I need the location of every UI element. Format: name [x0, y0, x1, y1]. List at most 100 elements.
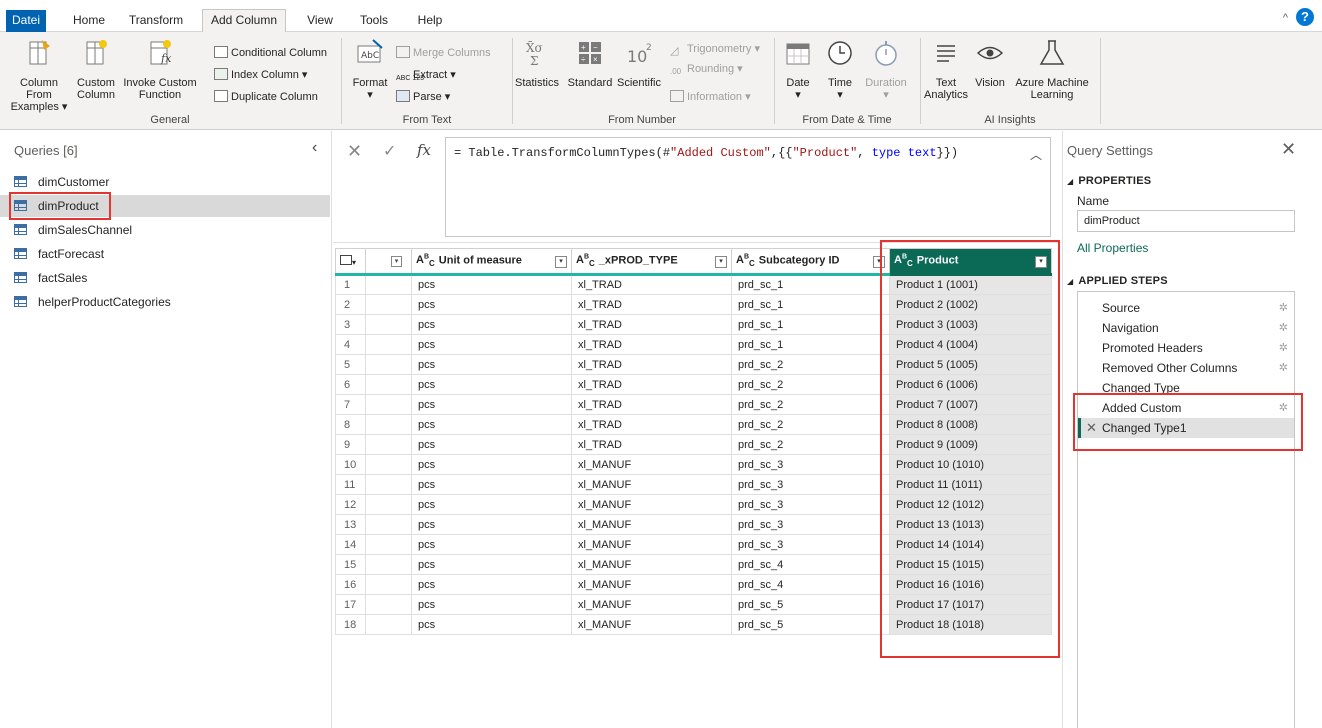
column-header-previous[interactable]: ▾	[365, 248, 412, 276]
table-cell-empty[interactable]	[365, 294, 412, 315]
table-cell-unit-of-measure[interactable]: pcs	[411, 434, 572, 455]
table-cell-xprod-type[interactable]: xl_TRAD	[571, 374, 732, 395]
azure-machine-learning-button[interactable]: Azure Machine Learning	[1010, 38, 1094, 101]
row-number[interactable]: 8	[335, 414, 366, 435]
properties-section[interactable]: ◢ PROPERTIES	[1067, 175, 1151, 187]
table-cell-subcategory-id[interactable]: prd_sc_1	[731, 314, 890, 335]
tab-transform[interactable]: Transform	[124, 10, 188, 32]
table-cell-empty[interactable]	[365, 574, 412, 595]
duration-button[interactable]: Duration ▾	[860, 38, 912, 101]
table-cell-unit-of-measure[interactable]: pcs	[411, 294, 572, 315]
table-cell-subcategory-id[interactable]: prd_sc_1	[731, 294, 890, 315]
column-from-examples-button[interactable]: Column From Examples ▾	[8, 38, 70, 113]
table-cell-empty[interactable]	[365, 394, 412, 415]
chevron-down-icon[interactable]: ▾	[715, 256, 727, 268]
table-cell-unit-of-measure[interactable]: pcs	[411, 394, 572, 415]
information-button[interactable]: Information ▾	[670, 90, 751, 104]
rounding-button[interactable]: .00 Rounding ▾	[670, 62, 743, 77]
row-number[interactable]: 12	[335, 494, 366, 515]
table-cell-subcategory-id[interactable]: prd_sc_2	[731, 394, 890, 415]
row-number[interactable]: 7	[335, 394, 366, 415]
date-button[interactable]: Date ▾	[780, 38, 816, 101]
extract-button[interactable]: ABC 123Extract ▾	[396, 68, 456, 88]
text-analytics-button[interactable]: Text Analytics	[920, 38, 972, 101]
query-name-input[interactable]	[1077, 210, 1295, 232]
table-cell-unit-of-measure[interactable]: pcs	[411, 534, 572, 555]
step-source[interactable]: Source ✲	[1078, 298, 1294, 318]
table-cell-xprod-type[interactable]: xl_MANUF	[571, 494, 732, 515]
table-cell-xprod-type[interactable]: xl_MANUF	[571, 454, 732, 475]
gear-icon[interactable]: ✲	[1279, 338, 1288, 358]
table-cell-subcategory-id[interactable]: prd_sc_5	[731, 594, 890, 615]
table-cell-unit-of-measure[interactable]: pcs	[411, 374, 572, 395]
table-cell-empty[interactable]	[365, 494, 412, 515]
table-cell-unit-of-measure[interactable]: pcs	[411, 614, 572, 635]
table-cell-subcategory-id[interactable]: prd_sc_1	[731, 334, 890, 355]
table-cell-xprod-type[interactable]: xl_TRAD	[571, 354, 732, 375]
column-header-xprod-type[interactable]: ABC _xPROD_TYPE ▾	[571, 248, 732, 276]
table-cell-empty[interactable]	[365, 474, 412, 495]
gear-icon[interactable]: ✲	[1279, 318, 1288, 338]
gear-icon[interactable]: ✲	[1279, 358, 1288, 378]
column-header-subcategory-id[interactable]: ABC Subcategory ID ▾	[731, 248, 890, 276]
table-cell-empty[interactable]	[365, 414, 412, 435]
table-cell-xprod-type[interactable]: xl_MANUF	[571, 534, 732, 555]
table-cell-xprod-type[interactable]: xl_MANUF	[571, 514, 732, 535]
table-cell-subcategory-id[interactable]: prd_sc_3	[731, 534, 890, 555]
table-cell-subcategory-id[interactable]: prd_sc_2	[731, 374, 890, 395]
table-cell-subcategory-id[interactable]: prd_sc_2	[731, 354, 890, 375]
scientific-button[interactable]: 10 2 Scientific	[614, 38, 664, 89]
table-cell-subcategory-id[interactable]: prd_sc_4	[731, 554, 890, 575]
format-button[interactable]: AbC Format ▾	[348, 38, 392, 101]
row-number[interactable]: 2	[335, 294, 366, 315]
parse-button[interactable]: Parse ▾	[396, 90, 450, 104]
collapse-pane-icon[interactable]: ‹	[312, 139, 317, 157]
table-cell-empty[interactable]	[365, 534, 412, 555]
table-cell-empty[interactable]	[365, 314, 412, 335]
row-number[interactable]: 17	[335, 594, 366, 615]
table-cell-xprod-type[interactable]: xl_TRAD	[571, 394, 732, 415]
close-icon[interactable]: ✕	[1281, 139, 1296, 160]
row-number[interactable]: 5	[335, 354, 366, 375]
table-cell-unit-of-measure[interactable]: pcs	[411, 594, 572, 615]
tab-help[interactable]: Help	[410, 10, 450, 32]
query-item-factforecast[interactable]: factForecast	[0, 243, 330, 265]
statistics-button[interactable]: X̄σ Σ Statistics	[512, 38, 562, 89]
table-cell-xprod-type[interactable]: xl_TRAD	[571, 334, 732, 355]
table-cell-empty[interactable]	[365, 594, 412, 615]
row-number[interactable]: 6	[335, 374, 366, 395]
row-number[interactable]: 18	[335, 614, 366, 635]
cancel-formula-icon[interactable]: ✕	[347, 141, 362, 162]
table-cell-xprod-type[interactable]: xl_MANUF	[571, 594, 732, 615]
table-cell-empty[interactable]	[365, 554, 412, 575]
table-cell-unit-of-measure[interactable]: pcs	[411, 414, 572, 435]
trigonometry-button[interactable]: ◿ Trigonometry ▾	[670, 42, 760, 57]
table-cell-unit-of-measure[interactable]: pcs	[411, 494, 572, 515]
step-promoted-headers[interactable]: Promoted Headers ✲	[1078, 338, 1294, 358]
table-cell-unit-of-measure[interactable]: pcs	[411, 474, 572, 495]
conditional-column-button[interactable]: Conditional Column	[214, 46, 327, 60]
table-cell-xprod-type[interactable]: xl_MANUF	[571, 474, 732, 495]
all-properties-link[interactable]: All Properties	[1077, 241, 1148, 255]
table-cell-empty[interactable]	[365, 614, 412, 635]
time-button[interactable]: Time ▾	[820, 38, 860, 101]
applied-steps-section[interactable]: ◢ APPLIED STEPS	[1067, 275, 1168, 287]
query-item-dimsaleschannel[interactable]: dimSalesChannel	[0, 219, 330, 241]
table-cell-xprod-type[interactable]: xl_TRAD	[571, 294, 732, 315]
chevron-down-icon[interactable]: ▾	[391, 255, 402, 267]
tab-tools[interactable]: Tools	[354, 10, 394, 32]
table-cell-empty[interactable]	[365, 434, 412, 455]
step-navigation[interactable]: Navigation ✲	[1078, 318, 1294, 338]
row-number[interactable]: 14	[335, 534, 366, 555]
table-cell-subcategory-id[interactable]: prd_sc_3	[731, 494, 890, 515]
table-cell-subcategory-id[interactable]: prd_sc_2	[731, 414, 890, 435]
table-cell-empty[interactable]	[365, 334, 412, 355]
invoke-custom-function-button[interactable]: fx Invoke Custom Function	[122, 38, 198, 101]
table-cell-unit-of-measure[interactable]: pcs	[411, 354, 572, 375]
table-cell-subcategory-id[interactable]: prd_sc_4	[731, 574, 890, 595]
commit-formula-icon[interactable]: ✓	[383, 141, 396, 161]
table-cell-xprod-type[interactable]: xl_MANUF	[571, 574, 732, 595]
table-cell-xprod-type[interactable]: xl_MANUF	[571, 614, 732, 635]
table-cell-empty[interactable]	[365, 354, 412, 375]
collapse-ribbon-icon[interactable]: ^	[1283, 12, 1288, 24]
